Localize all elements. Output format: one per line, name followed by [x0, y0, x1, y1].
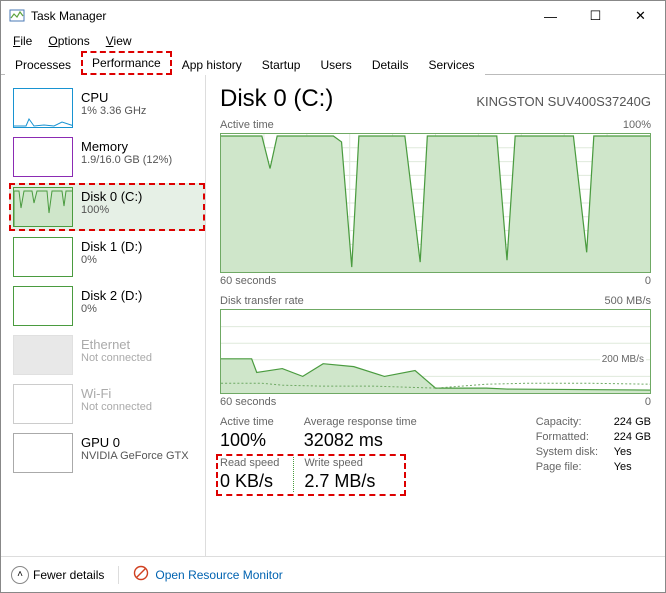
chevron-up-icon: ˄: [11, 566, 29, 584]
transfer-rate-chart-block: Disk transfer rate 500 MB/s 200 MB/s 60 …: [220, 295, 651, 408]
sidebar-item-sub: 0%: [81, 254, 142, 266]
sidebar-item-sub: 1.9/16.0 GB (12%): [81, 154, 172, 166]
prop-key: System disk:: [536, 446, 606, 458]
memory-thumbnail-icon: [13, 137, 73, 177]
detail-title: Disk 0 (C:): [220, 85, 333, 113]
chart-title: Disk transfer rate: [220, 295, 304, 307]
prop-key: Formatted:: [536, 431, 606, 443]
wifi-thumbnail-icon: [13, 384, 73, 424]
active-time-chart: [220, 133, 651, 273]
tab-app-history[interactable]: App history: [172, 54, 252, 75]
stat-value-active-time: 100%: [220, 430, 274, 451]
ethernet-thumbnail-icon: [13, 335, 73, 375]
sidebar-item-label: Disk 1 (D:): [81, 239, 142, 254]
sidebar-item-disk1[interactable]: Disk 1 (D:) 0%: [9, 234, 205, 280]
prop-value: 224 GB: [614, 431, 651, 443]
sidebar-item-label: GPU 0: [81, 435, 189, 450]
sidebar-item-sub: NVIDIA GeForce GTX: [81, 450, 189, 462]
prop-value: Yes: [614, 446, 632, 458]
stat-label: Write speed: [304, 457, 375, 469]
maximize-button[interactable]: ☐: [573, 2, 618, 30]
separator: [118, 566, 119, 584]
chart-x-right: 0: [645, 396, 651, 408]
tab-users[interactable]: Users: [310, 54, 361, 75]
window-title: Task Manager: [31, 9, 528, 23]
disk-model: KINGSTON SUV400S37240G: [476, 94, 651, 109]
footer-bar: ˄ Fewer details Open Resource Monitor: [1, 556, 665, 592]
tab-startup[interactable]: Startup: [252, 54, 311, 75]
stat-value-read-speed: 0 KB/s: [220, 471, 279, 492]
chart-x-left: 60 seconds: [220, 275, 276, 287]
open-resource-monitor-label: Open Resource Monitor: [155, 568, 282, 582]
resource-monitor-icon: [133, 565, 149, 584]
tab-details[interactable]: Details: [362, 54, 419, 75]
sidebar-item-label: Memory: [81, 139, 172, 154]
title-bar: Task Manager — ☐ ✕: [1, 1, 665, 31]
sidebar-item-sub: Not connected: [81, 401, 152, 413]
chart-max-label: 100%: [623, 119, 651, 131]
main-area: CPU 1% 3.36 GHz Memory 1.9/16.0 GB (12%)…: [1, 75, 665, 556]
menu-file[interactable]: File: [5, 32, 40, 50]
stat-value-write-speed: 2.7 MB/s: [304, 471, 375, 492]
prop-value: Yes: [614, 461, 632, 473]
sidebar-item-wifi[interactable]: Wi-Fi Not connected: [9, 381, 205, 427]
sidebar-item-sub: 1% 3.36 GHz: [81, 105, 146, 117]
menu-options[interactable]: Options: [40, 32, 97, 50]
resource-sidebar: CPU 1% 3.36 GHz Memory 1.9/16.0 GB (12%)…: [1, 75, 206, 556]
sidebar-item-memory[interactable]: Memory 1.9/16.0 GB (12%): [9, 134, 205, 180]
sidebar-item-sub: Not connected: [81, 352, 152, 364]
disk-thumbnail-icon: [13, 187, 73, 227]
tab-processes[interactable]: Processes: [5, 54, 81, 75]
sidebar-item-cpu[interactable]: CPU 1% 3.36 GHz: [9, 85, 205, 131]
stat-label: Average response time: [304, 416, 417, 428]
sidebar-item-label: Ethernet: [81, 337, 152, 352]
chart-x-right: 0: [645, 275, 651, 287]
window-controls: — ☐ ✕: [528, 2, 663, 30]
sidebar-item-disk2[interactable]: Disk 2 (D:) 0%: [9, 283, 205, 329]
sidebar-item-gpu0[interactable]: GPU 0 NVIDIA GeForce GTX: [9, 430, 205, 476]
sidebar-item-sub: 100%: [81, 204, 142, 216]
sidebar-item-label: Disk 0 (C:): [81, 189, 142, 204]
stats-row: Active time 100% Average response time 3…: [220, 416, 651, 492]
chart-title: Active time: [220, 119, 274, 131]
disk-thumbnail-icon: [13, 286, 73, 326]
fewer-details-label: Fewer details: [33, 568, 104, 582]
tab-performance[interactable]: Performance: [81, 51, 172, 75]
disk-thumbnail-icon: [13, 237, 73, 277]
sidebar-item-disk0[interactable]: Disk 0 (C:) 100%: [9, 183, 205, 231]
chart-mid-label: 200 MB/s: [600, 354, 646, 365]
detail-header: Disk 0 (C:) KINGSTON SUV400S37240G: [220, 85, 651, 113]
task-manager-icon: [9, 8, 25, 24]
tab-strip: Processes Performance App history Startu…: [1, 51, 665, 75]
detail-panel: Disk 0 (C:) KINGSTON SUV400S37240G Activ…: [206, 75, 665, 556]
menu-view[interactable]: View: [98, 32, 140, 50]
menu-bar: File Options View: [1, 31, 665, 51]
prop-key: Capacity:: [536, 416, 606, 428]
tab-services[interactable]: Services: [419, 54, 485, 75]
gpu-thumbnail-icon: [13, 433, 73, 473]
stat-label: Read speed: [220, 457, 279, 469]
sidebar-item-ethernet[interactable]: Ethernet Not connected: [9, 332, 205, 378]
sidebar-item-label: CPU: [81, 90, 146, 105]
active-time-chart-block: Active time 100%: [220, 119, 651, 287]
stat-value-avg-response: 32082 ms: [304, 430, 417, 451]
sidebar-item-label: Disk 2 (D:): [81, 288, 142, 303]
prop-key: Page file:: [536, 461, 606, 473]
cpu-thumbnail-icon: [13, 88, 73, 128]
chart-max-label: 500 MB/s: [605, 295, 651, 307]
chart-x-left: 60 seconds: [220, 396, 276, 408]
transfer-rate-chart: 200 MB/s: [220, 309, 651, 394]
fewer-details-button[interactable]: ˄ Fewer details: [11, 566, 104, 584]
sidebar-item-label: Wi-Fi: [81, 386, 152, 401]
stat-label: Active time: [220, 416, 274, 428]
sidebar-item-sub: 0%: [81, 303, 142, 315]
disk-properties: Capacity: 224 GB Formatted: 224 GB System …: [536, 416, 651, 492]
close-button[interactable]: ✕: [618, 2, 663, 30]
open-resource-monitor-link[interactable]: Open Resource Monitor: [133, 565, 282, 584]
minimize-button[interactable]: —: [528, 2, 573, 30]
prop-value: 224 GB: [614, 416, 651, 428]
